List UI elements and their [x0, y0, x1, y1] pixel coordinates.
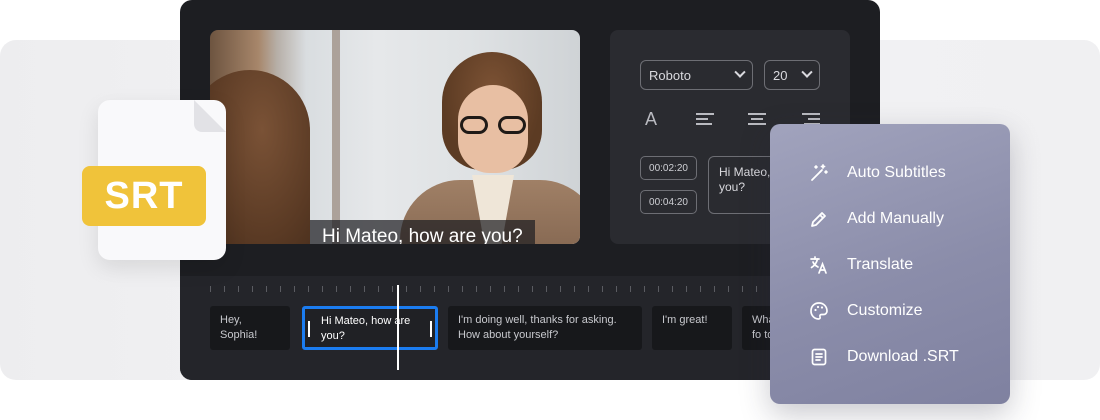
srt-badge: SRT	[82, 166, 206, 226]
align-center-icon[interactable]	[746, 108, 768, 130]
chevron-down-icon	[734, 66, 746, 78]
menu-item-label: Customize	[847, 302, 923, 319]
trim-handle-left[interactable]	[308, 321, 310, 337]
document-icon	[808, 346, 830, 368]
playhead[interactable]	[397, 285, 399, 370]
file-fold	[194, 100, 226, 132]
cue-start-time[interactable]: 00:02:20	[640, 156, 697, 180]
menu-item-customize[interactable]: Customize	[808, 299, 923, 323]
menu-item-add-manually[interactable]: Add Manually	[808, 207, 944, 231]
font-family-value: Roboto	[649, 67, 691, 83]
align-left-icon[interactable]	[694, 108, 716, 130]
pencil-icon	[808, 208, 830, 230]
text-style-icon[interactable]: A	[640, 108, 662, 130]
menu-item-auto-subtitles[interactable]: Auto Subtitles	[808, 161, 946, 185]
page: Hi Mateo, how are you? Roboto 20 A 00:02…	[0, 0, 1100, 420]
menu-item-label: Download .SRT	[847, 348, 959, 365]
caption-overlay: Hi Mateo, how are you?	[310, 220, 535, 244]
menu-item-download-srt[interactable]: Download .SRT	[808, 345, 959, 369]
chevron-down-icon	[801, 66, 813, 78]
translate-icon	[808, 254, 830, 276]
magic-wand-icon	[808, 162, 830, 184]
subtitle-segment[interactable]: I'm great!	[652, 306, 732, 350]
menu-item-label: Add Manually	[847, 210, 944, 227]
cue-end-time[interactable]: 00:04:20	[640, 190, 697, 214]
glasses	[460, 116, 526, 134]
menu-item-translate[interactable]: Translate	[808, 253, 913, 277]
subtitle-segment-selected[interactable]: Hi Mateo, how are you?	[302, 306, 438, 350]
video-preview[interactable]: Hi Mateo, how are you?	[210, 30, 580, 244]
subtitle-segment[interactable]: I'm doing well, thanks for asking. How a…	[448, 306, 642, 350]
palette-icon	[808, 300, 830, 322]
subtitle-actions-menu: Auto Subtitles Add Manually Translate Cu…	[770, 124, 1010, 404]
window-frame	[332, 30, 340, 244]
trim-handle-right[interactable]	[430, 321, 432, 337]
menu-item-label: Auto Subtitles	[847, 164, 946, 181]
font-family-select[interactable]: Roboto	[640, 60, 753, 90]
font-size-select[interactable]: 20	[764, 60, 820, 90]
font-size-value: 20	[773, 67, 788, 83]
timeline-ruler	[210, 286, 770, 292]
menu-item-label: Translate	[847, 256, 914, 273]
subtitle-segment[interactable]: Hey, Sophia!	[210, 306, 290, 350]
